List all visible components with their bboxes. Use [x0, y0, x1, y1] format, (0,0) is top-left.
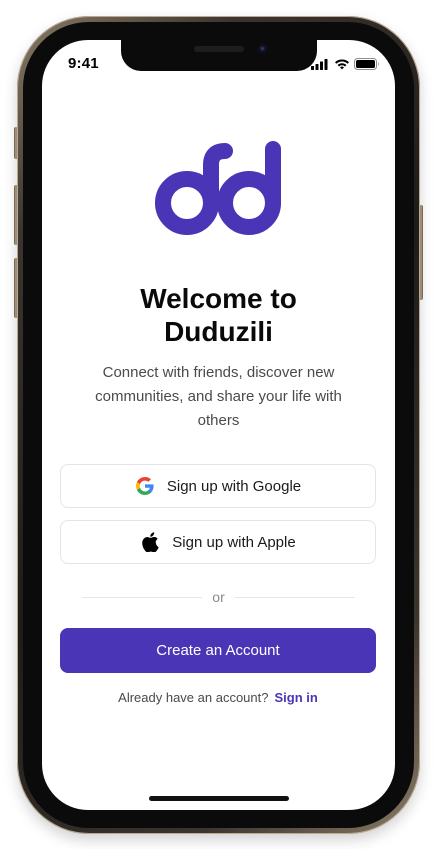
create-account-label: Create an Account	[156, 642, 280, 659]
divider-line-right	[234, 596, 356, 598]
cellular-signal-icon	[311, 59, 328, 70]
notch	[121, 40, 317, 71]
welcome-title-line2: Duduzili	[164, 316, 273, 347]
status-time: 9:41	[68, 55, 99, 72]
phone-mockup: 9:41 Welcome to Duduzili Connect with fr…	[0, 0, 437, 849]
front-camera	[257, 43, 268, 54]
welcome-subtitle: Connect with friends, discover new commu…	[95, 364, 342, 429]
status-icons	[311, 57, 381, 71]
home-indicator[interactable]	[149, 796, 289, 801]
sign-up-google-label: Sign up with Google	[166, 477, 302, 495]
divider-line-left	[82, 596, 203, 598]
sign-up-google-button[interactable]: Sign up with Google	[60, 464, 376, 508]
divider-text: or	[212, 589, 225, 605]
google-icon	[135, 476, 155, 496]
create-account-button[interactable]: Create an Account	[60, 628, 376, 673]
welcome-title-line1: Welcome to	[140, 283, 297, 314]
duduzili-logo-icon	[155, 141, 281, 237]
signin-link[interactable]: Sign in	[274, 690, 317, 705]
battery-icon	[354, 58, 379, 70]
welcome-title: Welcome to Duduzili	[60, 282, 377, 348]
wifi-icon	[335, 59, 349, 70]
or-divider: or	[82, 587, 356, 607]
signin-row: Already have an account? Sign in	[60, 690, 376, 705]
sign-up-apple-button[interactable]: Sign up with Apple	[60, 520, 376, 564]
earpiece-speaker	[194, 46, 244, 52]
apple-icon	[140, 532, 160, 552]
sign-up-apple-label: Sign up with Apple	[172, 533, 296, 551]
signin-prompt: Already have an account?	[118, 690, 269, 705]
